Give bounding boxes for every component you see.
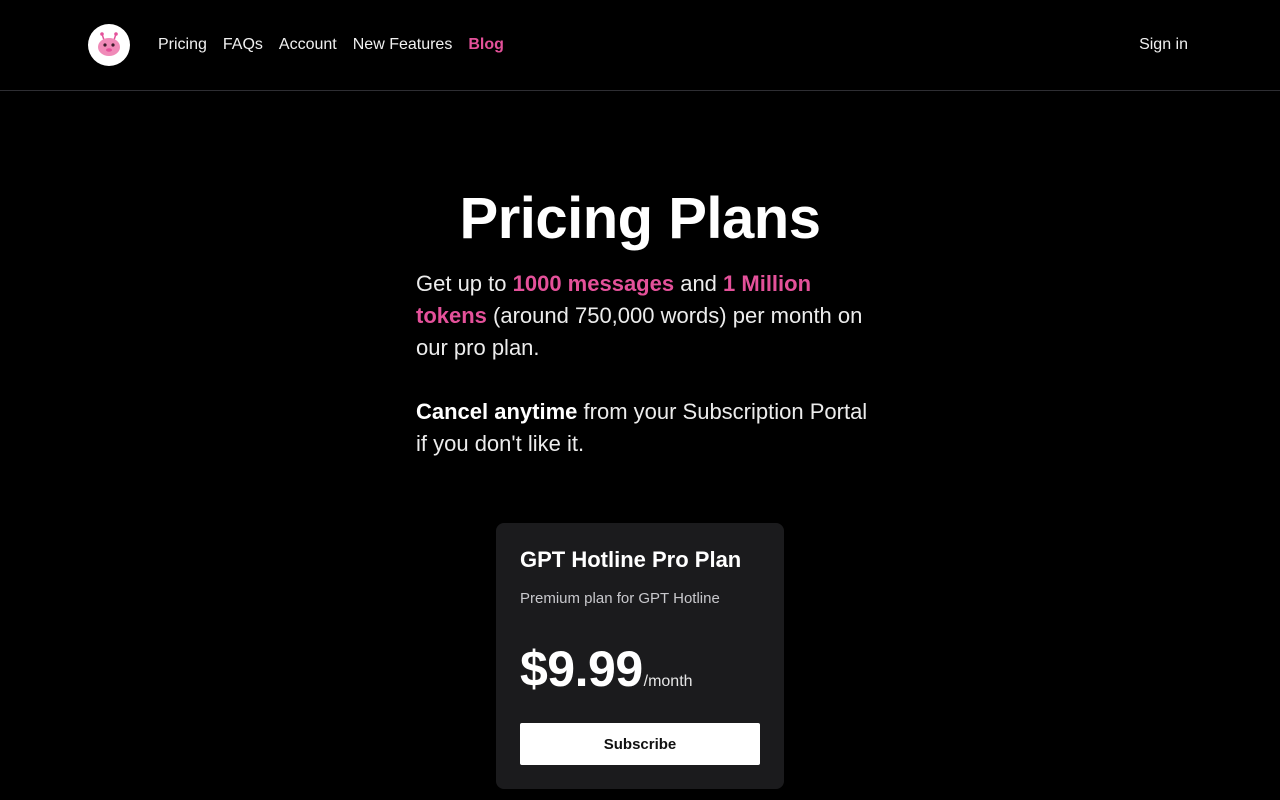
plan-price: $9.99 /month	[520, 641, 693, 697]
plan-limits-text: Get up to 1000 messages and 1 Million to…	[416, 271, 863, 360]
price-amount: $9.99	[520, 641, 643, 697]
plan-description: Premium plan for GPT Hotline	[520, 590, 720, 607]
nav-pricing[interactable]: Pricing	[158, 34, 207, 56]
main-nav: Pricing FAQs Account New Features Blog	[158, 34, 520, 56]
subscribe-button[interactable]: Subscribe	[520, 723, 760, 765]
top-navigation-bar: Pricing FAQs Account New Features Blog S…	[0, 0, 1280, 91]
nav-new-features[interactable]: New Features	[353, 34, 453, 56]
pricing-intro: Get up to 1000 messages and 1 Million to…	[416, 268, 876, 460]
nav-account[interactable]: Account	[279, 34, 337, 56]
messages-highlight: 1000 messages	[512, 271, 675, 296]
nav-faqs[interactable]: FAQs	[223, 34, 263, 56]
cancel-text: Cancel anytime from your Subscription Po…	[416, 399, 868, 456]
price-period: /month	[643, 673, 693, 690]
sign-in-link[interactable]: Sign in	[1139, 34, 1188, 56]
logo[interactable]	[88, 24, 130, 66]
nav-blog[interactable]: Blog	[468, 34, 504, 56]
pro-plan-card: GPT Hotline Pro Plan Premium plan for GP…	[496, 523, 784, 789]
page-title: Pricing Plans	[459, 186, 821, 251]
robot-mascot-icon	[98, 32, 120, 56]
plan-name: GPT Hotline Pro Plan	[520, 547, 742, 572]
cancel-anytime-strong: Cancel anytime	[416, 399, 578, 424]
